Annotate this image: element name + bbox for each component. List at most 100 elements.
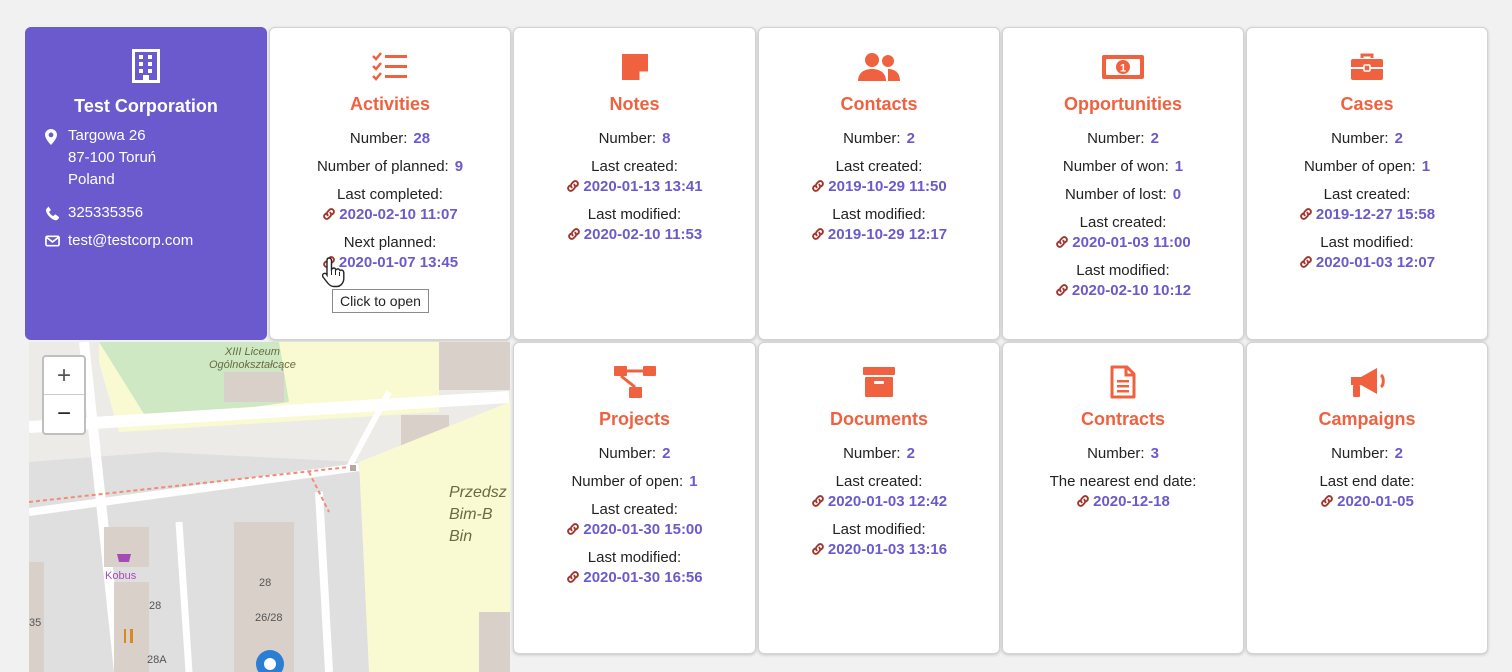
email-address[interactable]: test@testcorp.com [68,230,193,252]
last-modified-value[interactable]: 2020-01-03 13:16 [828,541,947,558]
campaigns-card[interactable]: Campaigns Number: 2 Last end date: 2020-0… [1246,342,1488,654]
file-text-icon [1003,365,1243,399]
zoom-in-button[interactable]: + [44,357,84,394]
map-marker-icon [45,129,57,145]
won-label: Number of won: [1062,158,1169,175]
card-title[interactable]: Projects [514,409,755,430]
last-modified-label: Last modified: [587,206,682,223]
zoom-control: + − [42,355,86,435]
last-modified-link[interactable]: 2019-10-29 12:17 [759,225,999,245]
last-modified-value[interactable]: 2020-01-03 12:07 [1316,254,1435,271]
contracts-card[interactable]: Contracts Number: 3 The nearest end date:… [1002,342,1244,654]
link-icon [812,228,824,240]
end-date-value[interactable]: 2020-12-18 [1093,493,1170,510]
number-label: Number: [1331,130,1389,147]
next-planned-label: Next planned: [343,234,437,251]
building-icon [25,49,267,88]
open-row: Number of open: 1 [1247,157,1487,177]
last-created-link[interactable]: 2019-12-27 15:58 [1247,205,1487,225]
number-row: Number: 2 [1247,129,1487,149]
last-created-value[interactable]: 2019-12-27 15:58 [1316,206,1435,223]
last-created-value[interactable]: 2019-10-29 11:50 [828,178,946,195]
last-modified-link[interactable]: 2020-02-10 11:53 [514,225,755,245]
link-icon [567,228,580,240]
last-created-value[interactable]: 2020-01-03 11:00 [1072,234,1190,251]
card-title[interactable]: Opportunities [1003,94,1243,115]
last-modified-label: Last modified: [1076,262,1170,279]
number-label: Number: [1087,130,1145,147]
link-icon [1077,495,1089,507]
address-line-2: 87-100 Toruń [68,149,157,166]
notes-card[interactable]: Notes Number: 8 Last created: 2020-01-13 … [513,27,756,340]
end-date-value[interactable]: 2020-01-05 [1337,493,1414,510]
tooltip: Click to open [332,289,429,313]
school-label: XIII Liceum Ogólnokształcące [209,346,296,372]
phone-icon [45,206,60,221]
last-created-link[interactable]: 2020-01-13 13:41 [514,177,755,197]
house-number: 28 [149,600,162,612]
last-modified-label: Last modified: [832,206,926,223]
projects-card[interactable]: Projects Number: 2 Number of open: 1 Last … [513,342,756,654]
last-created-value[interactable]: 2020-01-30 15:00 [583,521,702,538]
end-date-link[interactable]: 2020-12-18 [1003,492,1243,512]
kindergarten-label: Przedsz Bim-B Bin [449,482,507,548]
last-completed-link[interactable]: 2020-02-10 11:07 [270,205,510,225]
kindergarten-label-2: Bim-B [449,506,493,523]
card-title[interactable]: Activities [270,94,510,115]
card-title[interactable]: Documents [759,409,999,430]
contacts-card[interactable]: Contacts Number: 2 Last created: 2019-10-… [758,27,1000,340]
card-title[interactable]: Cases [1247,94,1487,115]
last-created-label: Last created: [591,501,678,518]
number-row: Number: 2 [1003,129,1243,149]
link-icon [567,571,580,583]
briefcase-icon [1247,50,1487,84]
number-row: Number: 2 [1247,444,1487,464]
end-date-label: The nearest end date: [1049,473,1197,490]
next-planned-value[interactable]: 2020-01-07 13:45 [339,254,458,271]
link-icon [1300,208,1312,220]
number-label: Number: [598,130,657,147]
last-created-link[interactable]: 2019-10-29 11:50 [759,177,999,197]
last-modified-value[interactable]: 2020-02-10 10:12 [1072,282,1191,299]
link-icon [567,523,580,535]
last-modified-value[interactable]: 2019-10-29 12:17 [828,226,947,243]
company-phone: 325335356 [45,202,143,224]
map[interactable]: XIII Liceum Ogólnokształcące Przedsz Bim… [29,342,510,672]
last-completed-label: Last completed: [337,186,443,203]
last-created-value[interactable]: 2020-01-03 12:42 [828,493,947,510]
kindergarten-label-3: Bin [449,528,473,545]
last-modified-link[interactable]: 2020-01-30 16:56 [514,568,755,588]
last-created-value[interactable]: 2020-01-13 13:41 [583,178,702,195]
documents-card[interactable]: Documents Number: 2 Last created: 2020-01… [758,342,1000,654]
last-modified-value[interactable]: 2020-02-10 11:53 [584,226,702,243]
last-created-label: Last created: [1079,214,1167,231]
last-created-link[interactable]: 2020-01-03 12:42 [759,492,999,512]
sticky-note-icon [514,50,755,84]
number-label: Number: [1331,445,1389,462]
company-card: Test Corporation Targowa 26 87-100 Toruń… [25,27,267,340]
last-modified-link[interactable]: 2020-01-03 13:16 [759,540,999,560]
won-value: 1 [1174,158,1184,175]
company-name: Test Corporation [74,96,218,116]
shop-label: Kobus [105,570,137,582]
last-created-link[interactable]: 2020-01-30 15:00 [514,520,755,540]
number-value: 2 [1150,130,1159,147]
next-planned-link[interactable]: 2020-01-07 13:45 [270,253,510,273]
card-title[interactable]: Contracts [1003,409,1243,430]
end-date-link[interactable]: 2020-01-05 [1247,492,1487,512]
open-row: Number of open: 1 [514,472,755,492]
last-completed-value[interactable]: 2020-02-10 11:07 [339,206,457,223]
last-modified-link[interactable]: 2020-01-03 12:07 [1247,253,1487,273]
lost-label: Number of lost: [1064,186,1167,203]
card-title[interactable]: Contacts [759,94,999,115]
last-modified-link[interactable]: 2020-02-10 10:12 [1003,281,1243,301]
zoom-out-button[interactable]: − [44,394,84,432]
card-title[interactable]: Campaigns [1247,409,1487,430]
last-created-link[interactable]: 2020-01-03 11:00 [1003,233,1243,253]
kindergarten-label-1: Przedsz [449,484,507,501]
card-title[interactable]: Notes [514,94,755,115]
cases-card[interactable]: Cases Number: 2 Number of open: 1 Last cre… [1246,27,1488,340]
phone-number[interactable]: 325335356 [68,202,143,224]
opportunities-card[interactable]: 1 Opportunities Number: 2 Number of won: 1… [1002,27,1244,340]
last-modified-value[interactable]: 2020-01-30 16:56 [583,569,702,586]
